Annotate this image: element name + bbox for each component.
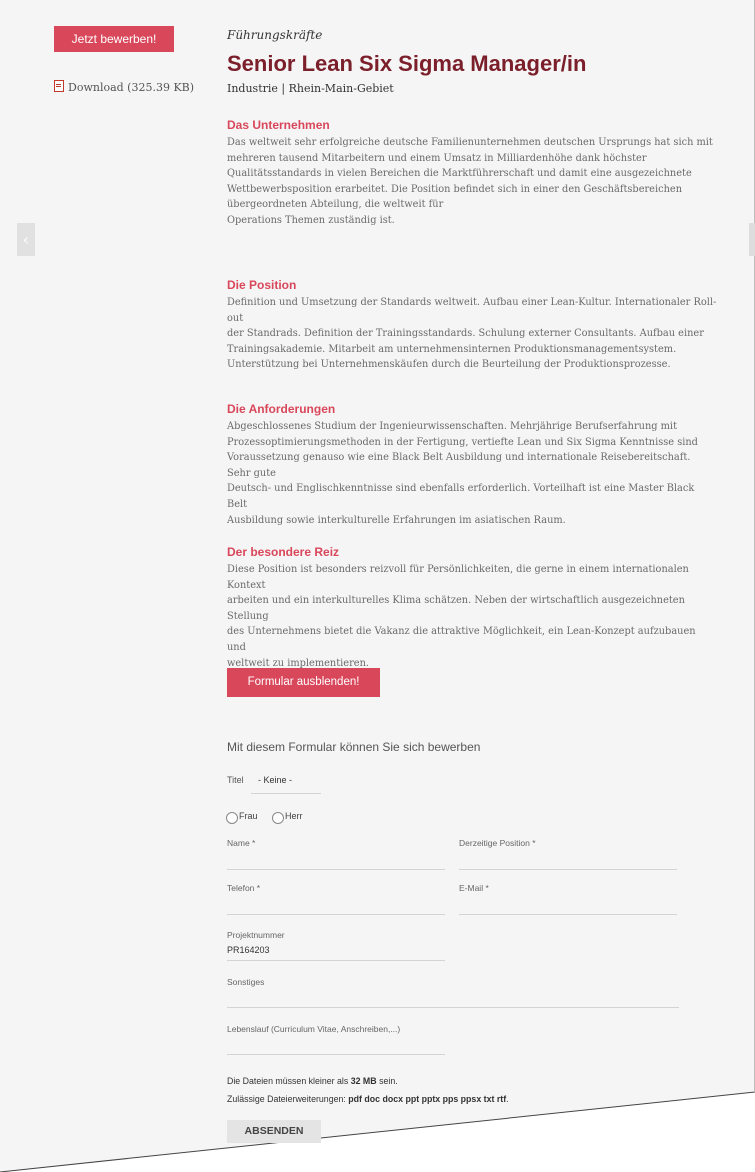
phone-label: Telefon * (227, 883, 261, 893)
phone-input[interactable] (227, 914, 445, 915)
section-text: Definition und Umsetzung der Standards w… (227, 297, 717, 371)
download-link[interactable]: Download (325.39 KB) (54, 80, 194, 94)
next-arrow-button[interactable] (749, 223, 755, 256)
email-label: E-Mail * (459, 883, 489, 893)
misc-input[interactable] (227, 1007, 679, 1008)
title-select[interactable]: - Keine - (258, 775, 292, 785)
project-underline (227, 960, 445, 961)
section-text: Das weltweit sehr erfolgreiche deutsche … (227, 137, 713, 226)
file-size-note: Die Dateien müssen kleiner als 32 MB sei… (227, 1076, 398, 1086)
download-label: Download (325.39 KB) (68, 81, 195, 94)
form-intro: Mit diesem Formular können Sie sich bewe… (227, 740, 481, 754)
section-text: Abgeschlossenes Studium der Ingenieurwis… (227, 421, 698, 526)
hide-form-button[interactable]: Formular ausblenden! (227, 668, 380, 697)
email-input[interactable] (459, 914, 677, 915)
section-company: Das Unternehmen Das weltweit sehr erfolg… (227, 118, 717, 229)
radio-frau-label: Frau (239, 811, 258, 821)
job-meta: Industrie | Rhein-Main-Gebiet (227, 82, 394, 95)
section-heading: Das Unternehmen (227, 118, 330, 132)
job-category: Führungskräfte (227, 28, 323, 42)
title-label: Titel (227, 775, 244, 785)
submit-button[interactable]: ABSENDEN (227, 1120, 321, 1143)
page-title: Senior Lean Six Sigma Manager/in (227, 51, 587, 76)
job-detail: Jetzt bewerben! Download (325.39 KB) ‹ F… (0, 0, 755, 1172)
name-input[interactable] (227, 869, 445, 870)
section-heading: Die Position (227, 278, 297, 292)
section-text: Diese Position ist besonders reizvoll fü… (227, 564, 696, 669)
misc-label: Sonstiges (227, 977, 265, 987)
section-heading: Die Anforderungen (227, 402, 336, 416)
section-requirements: Die Anforderungen Abgeschlossenes Studiu… (227, 402, 717, 528)
radio-herr-label: Herr (285, 811, 303, 821)
radio-frau[interactable] (226, 812, 238, 824)
position-input[interactable] (459, 869, 677, 870)
title-select-underline (251, 793, 321, 794)
chevron-left-icon: ‹ (22, 230, 30, 249)
name-label: Name * (227, 838, 256, 848)
file-ext-note: Zulässige Dateierweiterungen: pdf doc do… (227, 1094, 509, 1104)
cv-upload[interactable] (227, 1054, 445, 1055)
section-heading: Der besondere Reiz (227, 545, 340, 559)
position-label: Derzeitige Position * (459, 838, 536, 848)
section-position: Die Position Definition und Umsetzung de… (227, 278, 717, 373)
project-input[interactable]: PR164203 (227, 945, 270, 955)
prev-arrow-button[interactable]: ‹ (17, 223, 35, 256)
apply-now-button[interactable]: Jetzt bewerben! (54, 26, 174, 52)
project-label: Projektnummer (227, 930, 285, 940)
cv-label: Lebenslauf (Curriculum Vitae, Anschreibe… (227, 1024, 401, 1034)
pdf-icon (54, 80, 64, 92)
radio-herr[interactable] (272, 812, 284, 824)
section-appeal: Der besondere Reiz Diese Position ist be… (227, 545, 717, 671)
